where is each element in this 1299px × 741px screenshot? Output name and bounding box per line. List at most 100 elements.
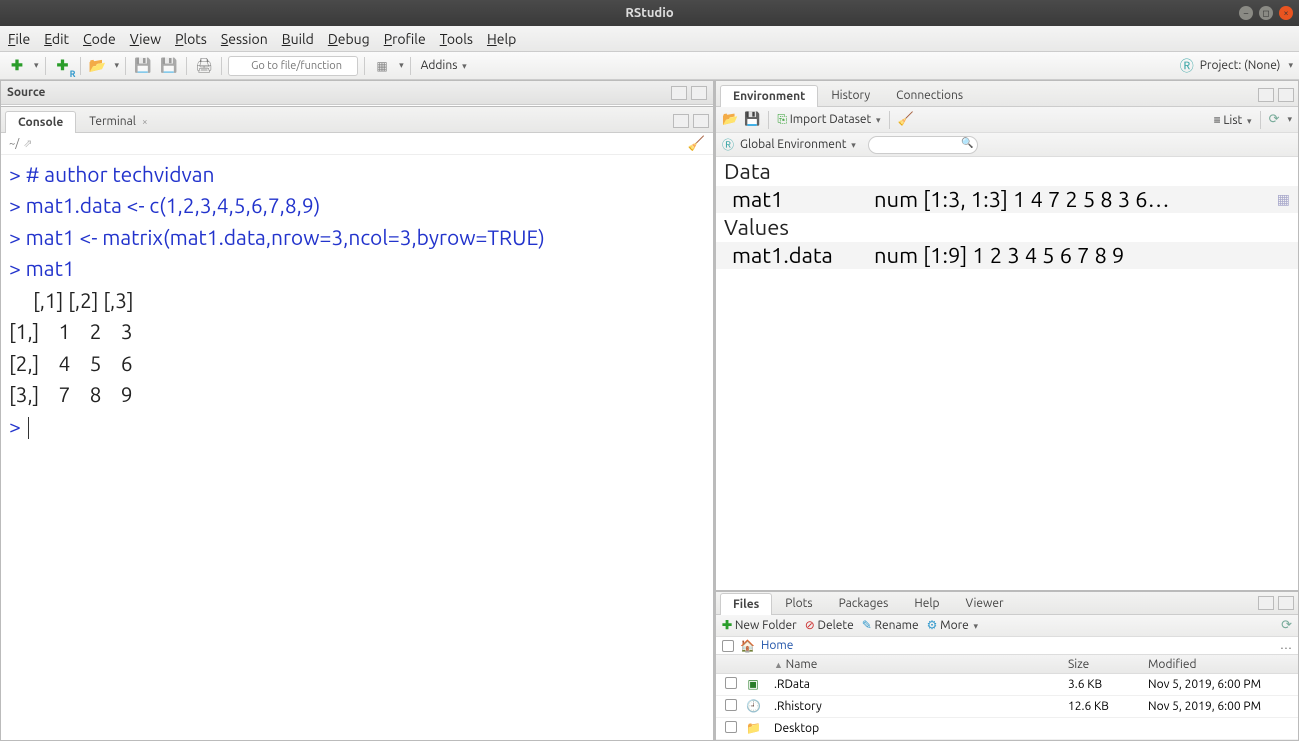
file-type-icon: 📁 [746, 721, 770, 735]
main-toolbar: ✚ ▾ ✚R 📂 ▾ 💾 💾 🖨 ▦ ▾ Addins ▾ Ⓡ Project: (N… [0, 52, 1299, 80]
separator [80, 57, 81, 75]
tab-console[interactable]: Console [5, 111, 76, 133]
chevron-down-icon[interactable]: ▾ [1287, 114, 1292, 125]
console-tabs: Console Terminal× [1, 107, 713, 133]
close-button[interactable]: × [1279, 6, 1293, 20]
env-row[interactable]: mat1num [1:3, 1:3] 1 4 7 2 5 8 3 6…▦ [716, 186, 1298, 213]
file-row[interactable]: 📁Desktop [716, 718, 1298, 740]
more-button[interactable]: ⚙ More ▾ [927, 618, 978, 632]
import-dataset-button[interactable]: ⎘ Import Dataset ▾ [777, 113, 880, 127]
minimize-pane-icon[interactable] [671, 86, 687, 100]
close-icon[interactable]: × [142, 116, 148, 127]
files-pane: Files Plots Packages Help Viewer ✚ New F… [715, 591, 1299, 741]
files-header-row: ▲ Name Size Modified [716, 655, 1298, 674]
menu-session[interactable]: Session [221, 31, 268, 47]
tab-connections[interactable]: Connections [883, 84, 976, 106]
rename-button[interactable]: ✎ Rename [862, 618, 919, 632]
menu-build[interactable]: Build [282, 31, 314, 47]
new-file-icon[interactable]: ✚ [6, 55, 28, 77]
window-title: RStudio [625, 6, 673, 20]
goto-file-input[interactable] [228, 56, 358, 76]
menu-view[interactable]: View [130, 31, 161, 47]
menu-help[interactable]: Help [487, 31, 516, 47]
save-all-icon[interactable]: 💾 [158, 55, 180, 77]
files-toolbar: ✚ New Folder ⊘ Delete ✎ Rename ⚙ More ▾ … [716, 615, 1298, 637]
minimize-pane-icon[interactable] [673, 114, 689, 128]
maximize-pane-icon[interactable] [1278, 88, 1294, 102]
minimize-pane-icon[interactable] [1258, 596, 1274, 610]
tab-files[interactable]: Files [720, 593, 772, 615]
addins-button[interactable]: Addins ▾ [417, 59, 471, 72]
new-project-icon[interactable]: ✚R [52, 55, 74, 77]
file-checkbox[interactable] [725, 677, 737, 689]
tab-packages[interactable]: Packages [826, 592, 902, 614]
file-name[interactable]: .RData [770, 678, 1068, 691]
env-search-input[interactable] [868, 136, 978, 154]
tab-terminal[interactable]: Terminal× [76, 110, 160, 132]
separator [186, 57, 187, 75]
menu-file[interactable]: File [8, 31, 30, 47]
menu-tools[interactable]: Tools [440, 31, 473, 47]
source-pane: Source [0, 80, 714, 106]
grid-icon[interactable]: ▦ [1270, 191, 1290, 208]
tab-viewer[interactable]: Viewer [952, 592, 1016, 614]
refresh-icon[interactable]: ⟳ [1269, 112, 1280, 127]
file-name[interactable]: Desktop [770, 722, 1068, 735]
file-name[interactable]: .Rhistory [770, 700, 1068, 713]
r-logo-icon: Ⓡ [1180, 56, 1194, 76]
maximize-pane-icon[interactable] [693, 114, 709, 128]
save-workspace-icon[interactable]: 💾 [744, 112, 760, 127]
chevron-down-icon[interactable]: ▾ [34, 60, 39, 71]
file-row[interactable]: ▣.RData3.6 KBNov 5, 2019, 6:00 PM [716, 674, 1298, 696]
console-body[interactable]: > # author techvidvan > mat1.data <- c(1… [1, 155, 713, 740]
minimize-button[interactable]: – [1239, 6, 1253, 20]
menu-debug[interactable]: Debug [328, 31, 370, 47]
chevron-down-icon: ▾ [1288, 60, 1293, 71]
files-breadcrumb: 🏠 Home … [716, 637, 1298, 656]
chevron-down-icon[interactable]: ▾ [399, 60, 404, 71]
grid-icon[interactable]: ▦ [371, 55, 393, 77]
menu-profile[interactable]: Profile [384, 31, 426, 47]
popout-icon[interactable]: ⇗ [23, 137, 32, 150]
maximize-button[interactable]: ◻ [1259, 6, 1273, 20]
r-logo-icon: Ⓡ [722, 136, 734, 153]
tab-environment[interactable]: Environment [720, 85, 818, 107]
breadcrumb-home[interactable]: Home [761, 639, 793, 652]
tab-help[interactable]: Help [901, 592, 952, 614]
clear-workspace-icon[interactable]: 🧹 [898, 112, 914, 127]
maximize-pane-icon[interactable] [1278, 596, 1294, 610]
minimize-pane-icon[interactable] [1258, 88, 1274, 102]
chevron-down-icon: ▾ [974, 621, 979, 631]
select-all-checkbox[interactable] [722, 640, 734, 652]
chevron-down-icon[interactable]: ▾ [115, 60, 120, 71]
project-menu[interactable]: Ⓡ Project: (None) ▾ [1180, 56, 1293, 76]
col-modified[interactable]: Modified [1148, 658, 1298, 671]
env-scope-button[interactable]: Global Environment ▾ [740, 138, 856, 151]
menu-edit[interactable]: Edit [44, 31, 69, 47]
import-icon: ⎘ [777, 113, 787, 126]
new-folder-button[interactable]: ✚ New Folder [722, 618, 797, 632]
clear-console-icon[interactable]: 🧹 [688, 135, 705, 152]
save-icon[interactable]: 💾 [132, 55, 154, 77]
refresh-icon[interactable]: ⟳ [1281, 618, 1292, 633]
tab-history[interactable]: History [818, 84, 883, 106]
home-icon[interactable]: 🏠 [740, 639, 755, 653]
menu-code[interactable]: Code [83, 31, 116, 47]
file-row[interactable]: 🕘.Rhistory12.6 KBNov 5, 2019, 6:00 PM [716, 696, 1298, 718]
more-path-icon[interactable]: … [1280, 639, 1292, 652]
env-var-value: num [1:3, 1:3] 1 4 7 2 5 8 3 6… [874, 187, 1270, 212]
open-file-icon[interactable]: 📂 [87, 55, 109, 77]
file-checkbox[interactable] [725, 699, 737, 711]
env-row[interactable]: mat1.datanum [1:9] 1 2 3 4 5 6 7 8 9 [716, 242, 1298, 269]
col-name[interactable]: ▲ Name [770, 658, 1068, 671]
load-workspace-icon[interactable]: 📂 [722, 112, 738, 127]
list-view-button[interactable]: ≡ List ▾ [1214, 113, 1252, 127]
menu-plots[interactable]: Plots [175, 31, 207, 47]
maximize-pane-icon[interactable] [691, 86, 707, 100]
console-pane: Console Terminal× ~/ ⇗ 🧹 > # author tech… [0, 106, 714, 741]
tab-plots[interactable]: Plots [772, 592, 825, 614]
col-size[interactable]: Size [1068, 658, 1148, 671]
print-icon[interactable]: 🖨 [193, 55, 215, 77]
delete-button[interactable]: ⊘ Delete [805, 618, 854, 632]
file-checkbox[interactable] [725, 721, 737, 733]
